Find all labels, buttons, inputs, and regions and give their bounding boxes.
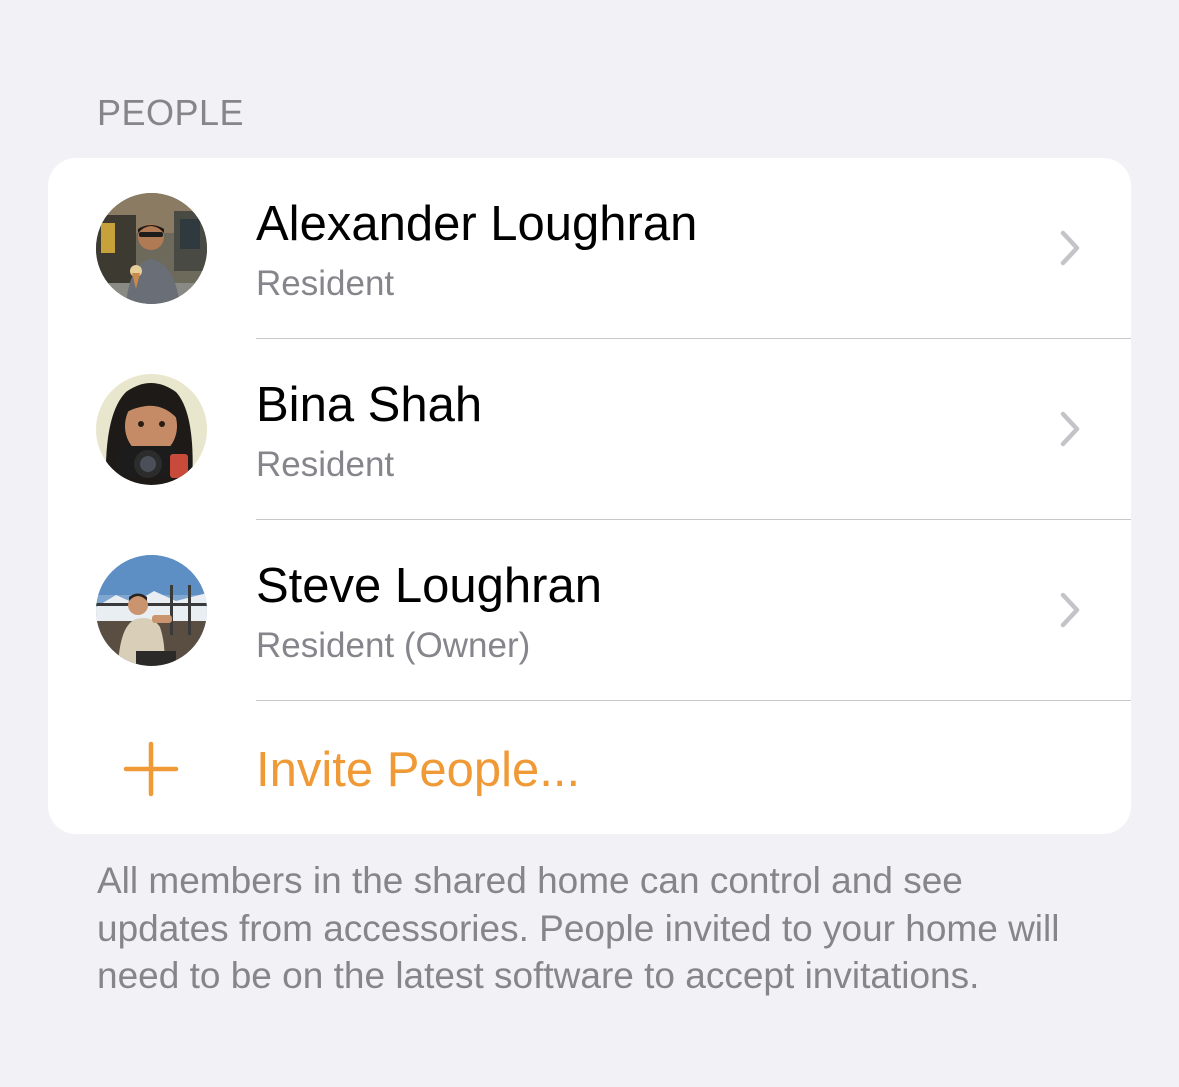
avatar-photo-icon [96,374,207,485]
person-row-bina-shah[interactable]: Bina Shah Resident [48,339,1131,519]
person-row-steve-loughran[interactable]: Steve Loughran Resident (Owner) [48,520,1131,700]
avatar-photo-icon [96,555,207,666]
person-name: Alexander Loughran [256,197,698,251]
invite-people-button[interactable]: Invite People... [256,742,580,798]
person-role: Resident [256,445,395,484]
avatar [96,374,207,485]
person-name: Bina Shah [256,378,483,432]
section-header-people: PEOPLE [97,92,245,133]
chevron-right-icon [1060,411,1080,447]
person-role: Resident (Owner) [256,626,531,665]
chevron-right-icon [1060,592,1080,628]
avatar-photo-icon [96,193,207,304]
avatar [96,193,207,304]
person-role: Resident [256,264,395,303]
invite-people-row[interactable] [48,701,1131,834]
avatar [96,555,207,666]
plus-icon[interactable] [123,741,179,797]
person-row-alexander-loughran[interactable]: Alexander Loughran Resident [48,158,1131,338]
footer-note: All members in the shared home can contr… [97,860,1060,996]
chevron-right-icon [1060,230,1080,266]
person-name: Steve Loughran [256,559,602,613]
people-list: Alexander Loughran Resident Bina Shah Re… [48,158,1131,834]
